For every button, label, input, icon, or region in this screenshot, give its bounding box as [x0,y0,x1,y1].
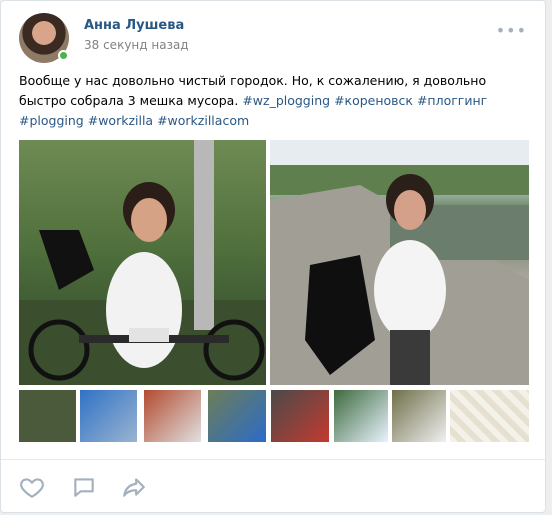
thumbnail-7[interactable] [392,390,446,442]
hashtag[interactable]: #плоггинг [417,93,487,108]
online-indicator [58,50,69,61]
hashtag[interactable]: #workzilla [88,113,153,128]
thumbnail-5[interactable] [271,390,329,442]
more-dots-icon[interactable]: ••• [496,21,527,40]
post-photo-2[interactable] [270,140,529,385]
share-icon[interactable] [121,474,147,500]
thumbnail-3[interactable] [144,390,201,442]
thumbnail-2[interactable] [80,390,137,442]
post-time[interactable]: 38 секунд назад [84,38,189,52]
post-photo-1[interactable] [19,140,266,385]
hashtag[interactable]: #workzillacom [157,113,249,128]
post-card: Анна Лушева 38 секунд назад ••• Вообще у… [0,0,547,513]
map-thumbnail[interactable] [450,390,529,442]
hashtag[interactable]: #plogging [19,113,84,128]
thumbnail-4[interactable] [208,390,266,442]
post-text: Вообще у нас довольно чистый городок. Но… [19,71,534,131]
thumbnail-1[interactable] [19,390,76,442]
thumbnail-6[interactable] [334,390,388,442]
hashtag[interactable]: #кореновск [334,93,413,108]
photo-woman-with-bike [19,140,266,385]
divider [1,459,547,460]
post-author[interactable]: Анна Лушева [84,18,184,33]
heart-icon[interactable] [19,474,45,500]
photo-woman-with-bag [270,140,529,385]
hashtag[interactable]: #wz_plogging [242,93,330,108]
thumbnail-strip [19,390,529,442]
comment-icon[interactable] [71,474,97,500]
